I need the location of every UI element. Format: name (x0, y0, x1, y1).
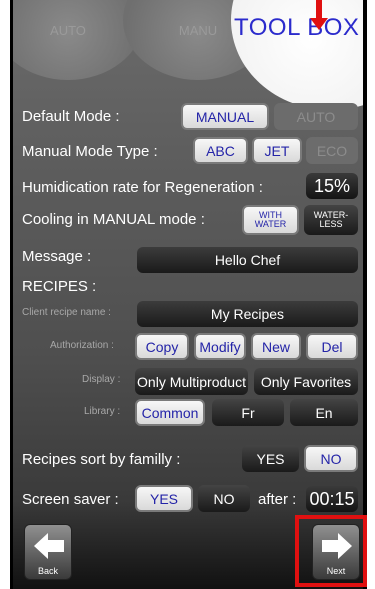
message-label: Message : (22, 248, 92, 265)
authorization-label: Authorization : (50, 340, 114, 351)
manual-mode-eco-button[interactable]: ECO (306, 137, 358, 164)
manual-mode-jet-button[interactable]: JET (252, 137, 302, 164)
client-recipe-name-label: Client recipe name : (22, 307, 111, 318)
default-mode-auto-button[interactable]: AUTO (274, 103, 358, 130)
message-field[interactable]: Hello Chef (137, 247, 358, 273)
library-fr-button[interactable]: Fr (212, 399, 284, 426)
authorization-new-button[interactable]: New (251, 333, 301, 360)
display-label: Display : (82, 374, 121, 385)
manual-mode-abc-button[interactable]: ABC (193, 137, 248, 164)
display-only-multiproduct-button[interactable]: Only Multiproduct (135, 368, 248, 395)
library-label: Library : (84, 406, 121, 417)
back-button[interactable]: Back (24, 524, 72, 580)
library-common-button[interactable]: Common (135, 399, 205, 426)
authorization-modify-button[interactable]: Modify (194, 333, 246, 360)
authorization-del-button[interactable]: Del (306, 333, 358, 360)
screen-saver-label: Screen saver : (22, 491, 119, 508)
humidication-label: Humidication rate for Regeneration : (22, 179, 263, 196)
screen-saver-yes-button[interactable]: YES (135, 485, 193, 512)
cooling-with-water-button[interactable]: WITH WATER (242, 205, 299, 235)
cooling-waterless-button[interactable]: WATER- LESS (304, 205, 358, 235)
back-button-label: Back (37, 566, 58, 576)
cooling-label: Cooling in MANUAL mode : (22, 211, 205, 228)
authorization-copy-button[interactable]: Copy (135, 333, 189, 360)
client-recipe-name-field[interactable]: My Recipes (137, 301, 358, 327)
manual-mode-type-label: Manual Mode Type : (22, 143, 158, 160)
sort-by-family-label: Recipes sort by familly : (22, 451, 181, 468)
next-highlight-annotation (295, 515, 367, 587)
tab-toolbox-label: TOOL BOX (234, 14, 360, 41)
library-en-button[interactable]: En (290, 399, 358, 426)
humidication-value[interactable]: 15% (306, 173, 358, 199)
arrow-left-icon (34, 533, 64, 559)
recipes-heading: RECIPES : (22, 278, 97, 295)
screen-saver-after-value[interactable]: 00:15 (306, 486, 358, 512)
sort-by-family-yes-button[interactable]: YES (242, 445, 299, 472)
sort-by-family-no-button[interactable]: NO (304, 445, 358, 472)
red-arrow-annotation (310, 0, 328, 30)
default-mode-label: Default Mode : (22, 108, 120, 125)
screen-saver-no-button[interactable]: NO (198, 485, 250, 512)
screen-saver-after-label: after : (258, 491, 297, 508)
default-mode-manual-button[interactable]: MANUAL (181, 103, 269, 130)
display-only-favorites-button[interactable]: Only Favorites (254, 368, 358, 395)
